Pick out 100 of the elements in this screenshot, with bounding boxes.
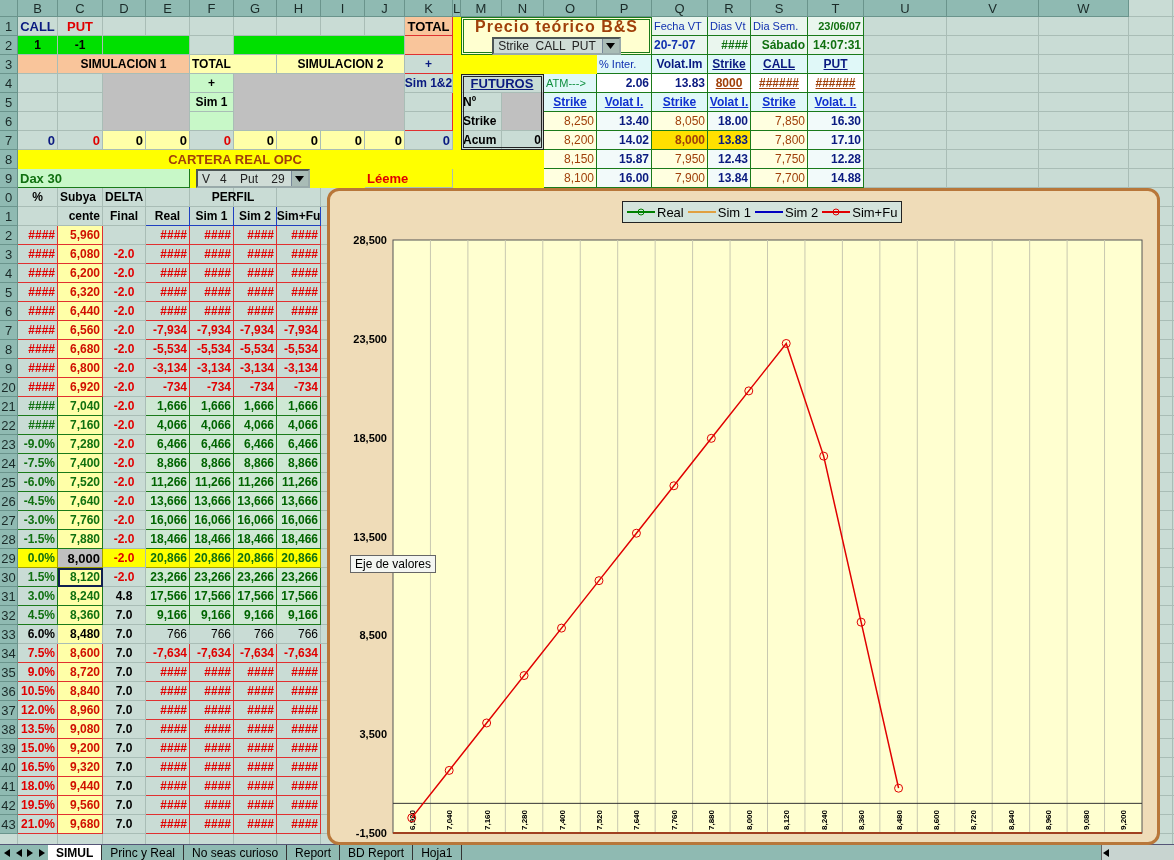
row-header[interactable]: 6 bbox=[0, 302, 18, 321]
row-header[interactable]: 4 bbox=[0, 264, 18, 283]
row-header[interactable]: 2 bbox=[0, 36, 18, 55]
row-header[interactable]: 42 bbox=[0, 796, 18, 815]
table-cell[interactable]: 9,440 bbox=[58, 777, 103, 796]
column-header[interactable]: T bbox=[808, 0, 864, 17]
row-header[interactable]: 21 bbox=[0, 397, 18, 416]
column-header[interactable]: N bbox=[502, 0, 544, 17]
table-cell[interactable]: 7,880 bbox=[58, 530, 103, 549]
table-cell[interactable]: 9,080 bbox=[58, 720, 103, 739]
row-header[interactable]: 3 bbox=[0, 55, 18, 74]
row-header[interactable]: 2 bbox=[0, 226, 18, 245]
column-header[interactable]: D bbox=[103, 0, 146, 17]
row-header[interactable]: 7 bbox=[0, 321, 18, 340]
table-cell[interactable]: 6,080 bbox=[58, 245, 103, 264]
row-header[interactable]: 26 bbox=[0, 492, 18, 511]
row-header[interactable]: 33 bbox=[0, 625, 18, 644]
column-header[interactable]: J bbox=[365, 0, 405, 17]
scroll-arrow-icon[interactable] bbox=[1102, 848, 1110, 857]
table-cell[interactable]: 8,120 bbox=[58, 568, 103, 587]
sheet-tab[interactable]: SIMUL bbox=[48, 845, 103, 860]
column-header[interactable]: R bbox=[708, 0, 751, 17]
table-cell[interactable]: 6,920 bbox=[58, 378, 103, 397]
row-header[interactable]: 3 bbox=[0, 245, 18, 264]
table-cell[interactable]: 8,000 bbox=[58, 549, 103, 568]
row-header[interactable]: 0 bbox=[0, 188, 18, 207]
column-header[interactable]: K bbox=[405, 0, 453, 17]
column-link[interactable]: Volat I. bbox=[708, 93, 751, 112]
table-cell[interactable]: 7,280 bbox=[58, 435, 103, 454]
table-cell[interactable]: 5,960 bbox=[58, 226, 103, 245]
row-header[interactable]: 5 bbox=[0, 93, 18, 112]
row-header[interactable]: 1 bbox=[0, 17, 18, 36]
column-link[interactable]: Volat I. bbox=[597, 93, 652, 112]
row-header[interactable]: 8 bbox=[0, 150, 18, 169]
table-cell[interactable]: 9,200 bbox=[58, 739, 103, 758]
table-cell[interactable]: 6,680 bbox=[58, 340, 103, 359]
row-header[interactable]: 34 bbox=[0, 644, 18, 663]
table-cell[interactable]: 9,560 bbox=[58, 796, 103, 815]
sheet-tab[interactable]: Princ y Real bbox=[102, 845, 185, 860]
table-cell[interactable]: 8,720 bbox=[58, 663, 103, 682]
column-link[interactable]: PUT bbox=[808, 55, 864, 74]
table-cell[interactable]: 9,320 bbox=[58, 758, 103, 777]
row-header[interactable]: 30 bbox=[0, 568, 18, 587]
row-header[interactable]: 32 bbox=[0, 606, 18, 625]
column-header[interactable]: P bbox=[597, 0, 652, 17]
row-header[interactable]: 6 bbox=[0, 112, 18, 131]
table-cell[interactable]: 7,520 bbox=[58, 473, 103, 492]
table-cell[interactable]: 8,480 bbox=[58, 625, 103, 644]
nav-arrow-icon[interactable] bbox=[2, 848, 10, 857]
row-header[interactable]: 28 bbox=[0, 530, 18, 549]
table-cell[interactable]: 7,760 bbox=[58, 511, 103, 530]
column-link[interactable]: Strike bbox=[544, 93, 597, 112]
sheet-tab[interactable]: BD Report bbox=[340, 845, 414, 860]
row-header[interactable]: 5 bbox=[0, 283, 18, 302]
column-header[interactable]: Q bbox=[652, 0, 708, 17]
row-header[interactable]: 7 bbox=[0, 131, 18, 150]
column-header[interactable]: O bbox=[544, 0, 597, 17]
row-header[interactable]: 29 bbox=[0, 549, 18, 568]
row-header[interactable]: 43 bbox=[0, 815, 18, 834]
column-header[interactable]: U bbox=[864, 0, 947, 17]
table-cell[interactable]: 8,600 bbox=[58, 644, 103, 663]
option-dropdown[interactable]: V 4 Put 29 bbox=[196, 169, 310, 188]
column-header[interactable]: E bbox=[146, 0, 190, 17]
sheet-tab[interactable]: Report bbox=[287, 845, 341, 860]
table-cell[interactable]: 8,240 bbox=[58, 587, 103, 606]
sheet-tab[interactable]: No seas curioso bbox=[184, 845, 288, 860]
row-header[interactable]: 22 bbox=[0, 416, 18, 435]
row-header[interactable]: 24 bbox=[0, 454, 18, 473]
column-header[interactable]: B bbox=[18, 0, 58, 17]
row-header[interactable]: 41 bbox=[0, 777, 18, 796]
row-header[interactable]: 40 bbox=[0, 758, 18, 777]
row-header[interactable]: 38 bbox=[0, 720, 18, 739]
column-header[interactable]: V bbox=[947, 0, 1039, 17]
strike-dropdown[interactable]: Strike CALL PUT bbox=[492, 36, 621, 55]
row-header[interactable]: 27 bbox=[0, 511, 18, 530]
row-header[interactable]: 31 bbox=[0, 587, 18, 606]
table-cell[interactable]: 7,400 bbox=[58, 454, 103, 473]
column-header[interactable]: H bbox=[277, 0, 321, 17]
column-header[interactable]: C bbox=[58, 0, 103, 17]
column-header[interactable]: S bbox=[751, 0, 808, 17]
row-header[interactable]: 1 bbox=[0, 207, 18, 226]
table-cell[interactable]: 6,800 bbox=[58, 359, 103, 378]
table-cell[interactable]: 6,320 bbox=[58, 283, 103, 302]
row-header[interactable]: 23 bbox=[0, 435, 18, 454]
row-header[interactable]: 35 bbox=[0, 663, 18, 682]
table-cell[interactable]: 8,840 bbox=[58, 682, 103, 701]
row-header[interactable]: 4 bbox=[0, 74, 18, 93]
row-header[interactable]: 36 bbox=[0, 682, 18, 701]
column-header[interactable]: W bbox=[1039, 0, 1129, 17]
column-link[interactable]: Strike bbox=[652, 93, 708, 112]
table-cell[interactable]: 7,040 bbox=[58, 397, 103, 416]
column-header[interactable]: G bbox=[234, 0, 277, 17]
table-cell[interactable]: 7,160 bbox=[58, 416, 103, 435]
table-cell[interactable]: 6,440 bbox=[58, 302, 103, 321]
column-header[interactable]: I bbox=[321, 0, 365, 17]
table-cell[interactable]: 8,360 bbox=[58, 606, 103, 625]
sheet-tab[interactable]: Hoja1 bbox=[413, 845, 462, 860]
column-header[interactable]: M bbox=[461, 0, 502, 17]
column-link[interactable]: Strike bbox=[751, 93, 808, 112]
column-link[interactable]: CALL bbox=[751, 55, 808, 74]
